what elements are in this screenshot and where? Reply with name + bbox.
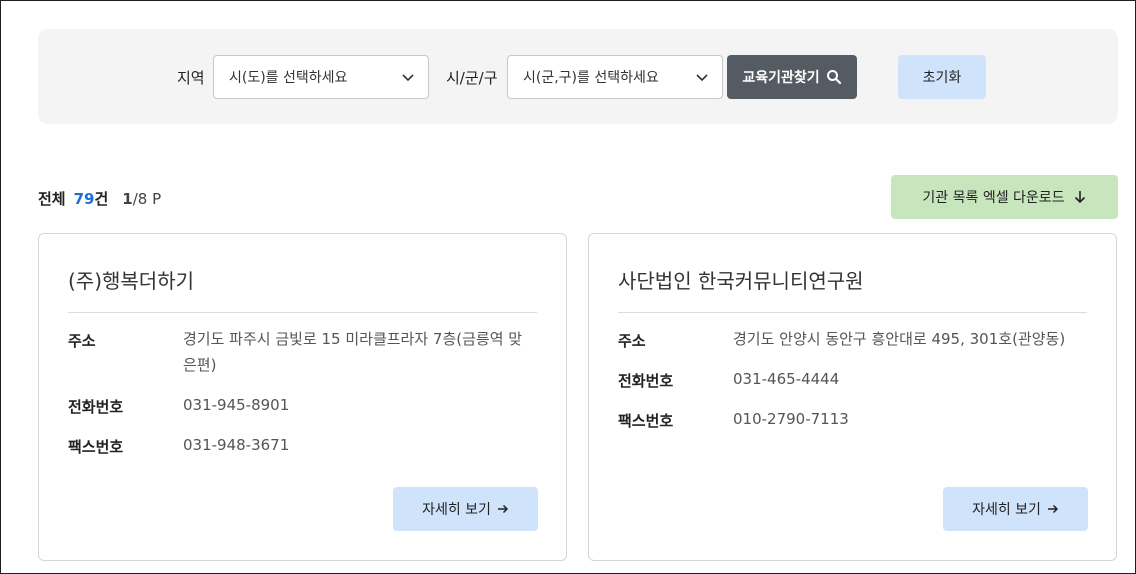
- page-current: 1: [122, 190, 133, 208]
- phone-label: 전화번호: [68, 398, 124, 416]
- card-divider: [618, 312, 1087, 313]
- detail-label: 자세히 보기: [422, 502, 491, 518]
- fax-value: 010-2790-7113: [733, 410, 849, 428]
- phone-value: 031-945-8901: [183, 396, 290, 414]
- district-select-value: 시(군,구)를 선택하세요: [523, 70, 659, 86]
- count-unit: 건: [94, 190, 109, 208]
- card-divider: [68, 312, 537, 313]
- arrow-right-icon: [497, 504, 508, 514]
- region-label: 지역: [177, 69, 205, 87]
- page-rest: /8 P: [132, 190, 162, 208]
- detail-label: 자세히 보기: [972, 502, 1041, 518]
- search-panel: 지역 시(도)를 선택하세요 시/군/구 시(군,구)를 선택하세요 교육기관찾…: [38, 29, 1118, 124]
- phone-label: 전화번호: [618, 372, 674, 390]
- search-icon: [826, 70, 841, 85]
- chevron-down-icon: [696, 74, 708, 82]
- institution-title: 사단법인 한국커뮤니티연구원: [618, 269, 864, 293]
- district-select[interactable]: 시(군,구)를 선택하세요: [507, 55, 723, 99]
- institution-card: 사단법인 한국커뮤니티연구원 주소 경기도 안양시 동안구 흥안대로 495, …: [588, 233, 1117, 561]
- page-indicator: 1/8 P: [122, 190, 161, 208]
- arrow-right-icon: [1047, 504, 1058, 514]
- find-institution-label: 교육기관찾기: [742, 70, 820, 86]
- region-select-value: 시(도)를 선택하세요: [229, 70, 348, 86]
- institution-title: (주)행복더하기: [68, 269, 195, 293]
- address-value: 경기도 안양시 동안구 흥안대로 495, 301호(관양동): [733, 330, 1066, 348]
- reset-button[interactable]: 초기화: [898, 55, 986, 99]
- institution-card: (주)행복더하기 주소 경기도 파주시 금빛로 15 미라클프라자 7층(금릉역…: [38, 233, 567, 561]
- excel-download-button[interactable]: 기관 목록 엑셀 다운로드: [891, 175, 1118, 219]
- find-institution-button[interactable]: 교육기관찾기: [727, 55, 857, 99]
- fax-label: 팩스번호: [68, 438, 124, 456]
- reset-label: 초기화: [922, 70, 962, 86]
- chevron-down-icon: [402, 74, 414, 82]
- excel-download-label: 기관 목록 엑셀 다운로드: [922, 190, 1065, 206]
- address-value: 경기도 파주시 금빛로 15 미라클프라자 7층(금릉역 맞은편): [183, 330, 523, 374]
- total-label: 전체: [38, 190, 66, 208]
- district-label: 시/군/구: [446, 69, 498, 87]
- region-select[interactable]: 시(도)를 선택하세요: [213, 55, 429, 99]
- phone-value: 031-465-4444: [733, 370, 840, 388]
- address-label: 주소: [618, 332, 646, 350]
- fax-label: 팩스번호: [618, 412, 674, 430]
- arrow-down-icon: [1074, 191, 1085, 204]
- total-count: 79: [73, 190, 95, 208]
- detail-button[interactable]: 자세히 보기: [393, 487, 538, 531]
- fax-value: 031-948-3671: [183, 436, 290, 454]
- detail-button[interactable]: 자세히 보기: [943, 487, 1088, 531]
- address-label: 주소: [68, 332, 96, 350]
- result-summary: 전체 79 건 1/8 P: [38, 188, 161, 209]
